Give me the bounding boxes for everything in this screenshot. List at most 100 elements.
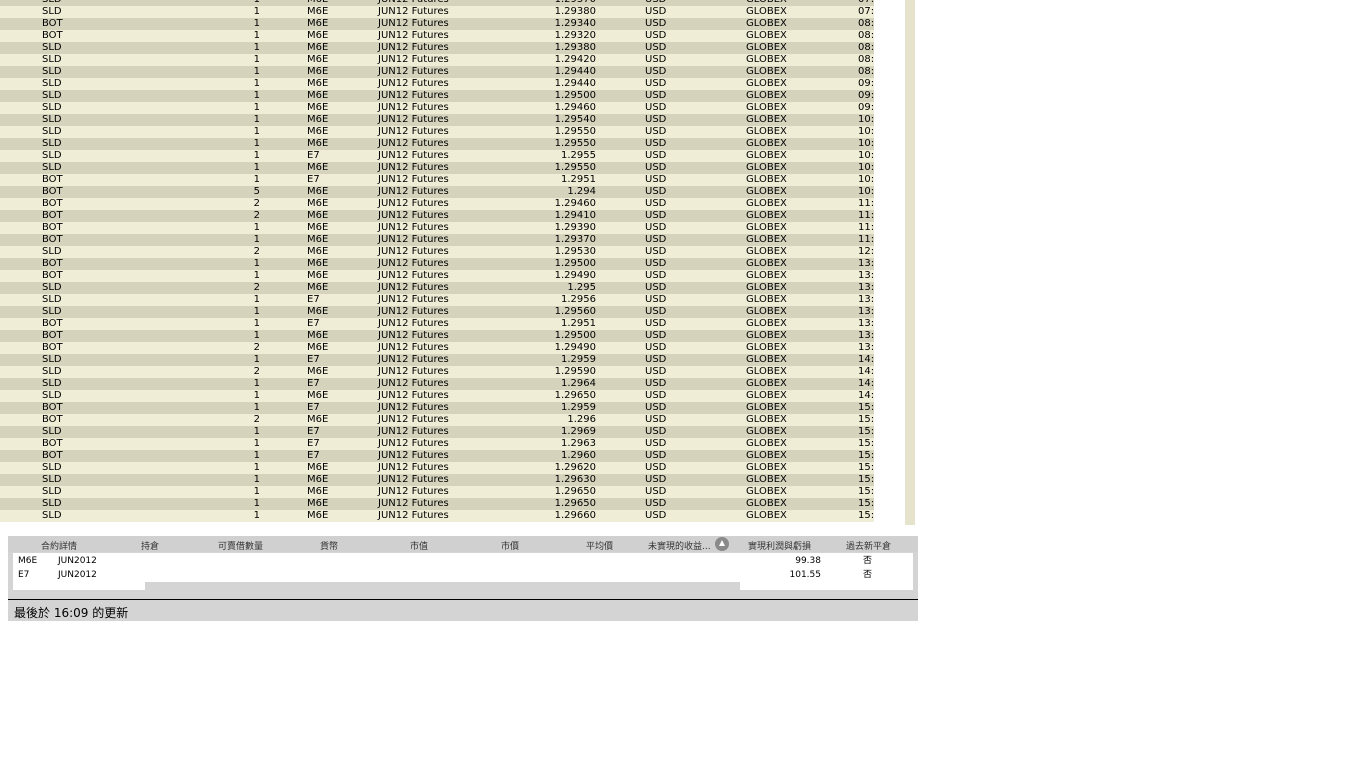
portfolio-hscrollbar[interactable] xyxy=(145,582,740,590)
trade-row[interactable]: BOT 1 M6E JUN12 Futures 1.29370 USD GLOBEX 11: xyxy=(0,234,874,246)
trade-row[interactable]: SLD 1 E7 JUN12 Futures 1.2964 USD GLOBEX 14: xyxy=(0,378,874,390)
trade-row[interactable]: SLD 1 M6E JUN12 Futures 1.29380 USD GLOBEX 08: xyxy=(0,42,874,54)
trade-row[interactable]: SLD 1 E7 JUN12 Futures 1.2959 USD GLOBEX 14: xyxy=(0,354,874,366)
trade-exchange: GLOBEX xyxy=(746,66,787,77)
trade-row[interactable]: BOT 2 M6E JUN12 Futures 1.29410 USD GLOBEX 11: xyxy=(0,210,874,222)
trade-quantity: 1 xyxy=(253,438,260,449)
trade-row[interactable]: SLD 2 M6E JUN12 Futures 1.29530 USD GLOBEX 12: xyxy=(0,246,874,258)
trade-exchange: GLOBEX xyxy=(746,174,787,185)
trade-time: 08: xyxy=(858,66,874,77)
trade-price: 1.29660 xyxy=(554,510,596,521)
status-divider xyxy=(8,599,918,600)
trade-action: SLD xyxy=(42,498,62,509)
trade-description: JUN12 Futures xyxy=(378,78,449,89)
trade-description: JUN12 Futures xyxy=(378,318,449,329)
trade-row[interactable]: SLD 1 M6E JUN12 Futures 1.29550 USD GLOBEX 10: xyxy=(0,162,874,174)
trade-action: SLD xyxy=(42,126,62,137)
trade-row[interactable]: BOT 1 E7 JUN12 Futures 1.2951 USD GLOBEX 10: xyxy=(0,174,874,186)
sort-up-icon[interactable] xyxy=(715,537,729,551)
trade-time: 12: xyxy=(858,246,874,257)
trade-row[interactable]: SLD 1 E7 JUN12 Futures 1.2969 USD GLOBEX 15: xyxy=(0,426,874,438)
trade-currency: USD xyxy=(645,282,667,293)
trade-description: JUN12 Futures xyxy=(378,174,449,185)
trade-row[interactable]: BOT 1 E7 JUN12 Futures 1.2963 USD GLOBEX 15: xyxy=(0,438,874,450)
trade-action: SLD xyxy=(42,390,62,401)
trade-row[interactable]: SLD 2 M6E JUN12 Futures 1.295 USD GLOBEX 13: xyxy=(0,282,874,294)
trade-row[interactable]: BOT 2 M6E JUN12 Futures 1.296 USD GLOBEX 15: xyxy=(0,414,874,426)
trade-exchange: GLOBEX xyxy=(746,18,787,29)
trade-exchange: GLOBEX xyxy=(746,42,787,53)
portfolio-row[interactable]: E7 JUN2012 101.55 否 xyxy=(13,568,913,582)
trade-quantity: 2 xyxy=(253,282,260,293)
trade-currency: USD xyxy=(645,6,667,17)
trade-row[interactable]: SLD 1 M6E JUN12 Futures 1.29650 USD GLOBEX 14: xyxy=(0,390,874,402)
trade-exchange: GLOBEX xyxy=(746,450,787,461)
trade-row[interactable]: SLD 1 M6E JUN12 Futures 1.29440 USD GLOBEX 08: xyxy=(0,66,874,78)
col-header-realized[interactable]: 實現利潤與虧損 xyxy=(748,539,811,552)
trade-time: 15: xyxy=(858,402,874,413)
trade-row[interactable]: BOT 1 M6E JUN12 Futures 1.29340 USD GLOBEX 08: xyxy=(0,18,874,30)
trade-row[interactable]: SLD 1 M6E JUN12 Futures 1.29440 USD GLOBEX 09: xyxy=(0,78,874,90)
trade-row[interactable]: SLD 1 M6E JUN12 Futures 1.29650 USD GLOBEX 15: xyxy=(0,486,874,498)
trade-exchange: GLOBEX xyxy=(746,330,787,341)
trade-price: 1.29620 xyxy=(554,462,596,473)
trade-currency: USD xyxy=(645,234,667,245)
portfolio-row[interactable]: M6E JUN2012 99.38 否 xyxy=(13,554,913,568)
trade-row[interactable]: SLD 1 E7 JUN12 Futures 1.2955 USD GLOBEX 10: xyxy=(0,150,874,162)
trade-description: JUN12 Futures xyxy=(378,150,449,161)
trade-symbol: M6E xyxy=(307,210,329,221)
col-header-market-price[interactable]: 市價 xyxy=(501,539,519,552)
trade-action: SLD xyxy=(42,306,62,317)
trade-price: 1.29650 xyxy=(554,486,596,497)
trade-symbol: M6E xyxy=(307,198,329,209)
trade-row[interactable]: BOT 5 M6E JUN12 Futures 1.294 USD GLOBEX 10: xyxy=(0,186,874,198)
last-update-status: 最後於 16:09 的更新 xyxy=(14,606,129,620)
trade-row[interactable]: SLD 1 M6E JUN12 Futures 1.29380 USD GLOBEX 07: xyxy=(0,6,874,18)
trade-row[interactable]: SLD 1 M6E JUN12 Futures 1.29660 USD GLOBEX 15: xyxy=(0,510,874,522)
col-header-available[interactable]: 可賣借數量 xyxy=(218,539,263,552)
trade-row[interactable]: BOT 1 M6E JUN12 Futures 1.29390 USD GLOBEX 11: xyxy=(0,222,874,234)
trade-row[interactable]: BOT 1 M6E JUN12 Futures 1.29500 USD GLOBEX 13: xyxy=(0,258,874,270)
trade-row[interactable]: SLD 1 M6E JUN12 Futures 1.29550 USD GLOBEX 10: xyxy=(0,126,874,138)
trade-row[interactable]: BOT 2 M6E JUN12 Futures 1.29460 USD GLOBEX 11: xyxy=(0,198,874,210)
trade-row[interactable]: BOT 1 E7 JUN12 Futures 1.2960 USD GLOBEX 15: xyxy=(0,450,874,462)
trade-row[interactable]: BOT 1 M6E JUN12 Futures 1.29320 USD GLOBEX 08: xyxy=(0,30,874,42)
trade-symbol: M6E xyxy=(307,102,329,113)
trade-row[interactable]: SLD 2 M6E JUN12 Futures 1.29590 USD GLOBEX 14: xyxy=(0,366,874,378)
col-header-market-value[interactable]: 市值 xyxy=(410,539,428,552)
trade-action: SLD xyxy=(42,90,62,101)
portfolio-close: 否 xyxy=(863,556,873,566)
col-header-close[interactable]: 過去新平倉 xyxy=(846,539,891,552)
col-header-unrealized[interactable]: 未實現的收益... xyxy=(648,539,711,552)
trade-symbol: E7 xyxy=(307,378,320,389)
col-header-contract[interactable]: 合約詳情 xyxy=(41,539,77,552)
trade-row[interactable]: SLD 1 M6E JUN12 Futures 1.29500 USD GLOBEX 09: xyxy=(0,90,874,102)
trade-row[interactable]: BOT 1 E7 JUN12 Futures 1.2959 USD GLOBEX 15: xyxy=(0,402,874,414)
trade-currency: USD xyxy=(645,198,667,209)
trade-symbol: M6E xyxy=(307,414,329,425)
col-header-currency[interactable]: 貨幣 xyxy=(320,539,338,552)
trade-row[interactable]: SLD 1 M6E JUN12 Futures 1.29630 USD GLOBEX 15: xyxy=(0,474,874,486)
trade-row[interactable]: SLD 1 M6E JUN12 Futures 1.29620 USD GLOBEX 15: xyxy=(0,462,874,474)
col-header-position[interactable]: 持倉 xyxy=(141,539,159,552)
trade-symbol: M6E xyxy=(307,306,329,317)
col-header-avg-price[interactable]: 平均價 xyxy=(586,539,613,552)
trade-time: 10: xyxy=(858,114,874,125)
trades-scrollbar[interactable] xyxy=(905,0,915,525)
trade-quantity: 1 xyxy=(253,42,260,53)
trade-exchange: GLOBEX xyxy=(746,150,787,161)
trade-action: SLD xyxy=(42,102,62,113)
trade-time: 08: xyxy=(858,42,874,53)
trade-action: BOT xyxy=(42,210,63,221)
trade-row[interactable]: BOT 1 M6E JUN12 Futures 1.29490 USD GLOBEX 13: xyxy=(0,270,874,282)
trade-row[interactable]: BOT 2 M6E JUN12 Futures 1.29490 USD GLOBEX 13: xyxy=(0,342,874,354)
trade-row[interactable]: SLD 1 M6E JUN12 Futures 1.29550 USD GLOBEX 10: xyxy=(0,138,874,150)
trade-row[interactable]: SLD 1 M6E JUN12 Futures 1.29540 USD GLOBEX 10: xyxy=(0,114,874,126)
trade-row[interactable]: SLD 1 M6E JUN12 Futures 1.29560 USD GLOBEX 13: xyxy=(0,306,874,318)
trade-row[interactable]: SLD 1 M6E JUN12 Futures 1.29650 USD GLOBEX 15: xyxy=(0,498,874,510)
trade-row[interactable]: SLD 1 M6E JUN12 Futures 1.29460 USD GLOBEX 09: xyxy=(0,102,874,114)
trade-row[interactable]: BOT 1 M6E JUN12 Futures 1.29500 USD GLOBEX 13: xyxy=(0,330,874,342)
trade-row[interactable]: BOT 1 E7 JUN12 Futures 1.2951 USD GLOBEX 13: xyxy=(0,318,874,330)
trade-row[interactable]: SLD 1 M6E JUN12 Futures 1.29420 USD GLOBEX 08: xyxy=(0,54,874,66)
trade-row[interactable]: SLD 1 E7 JUN12 Futures 1.2956 USD GLOBEX 13: xyxy=(0,294,874,306)
